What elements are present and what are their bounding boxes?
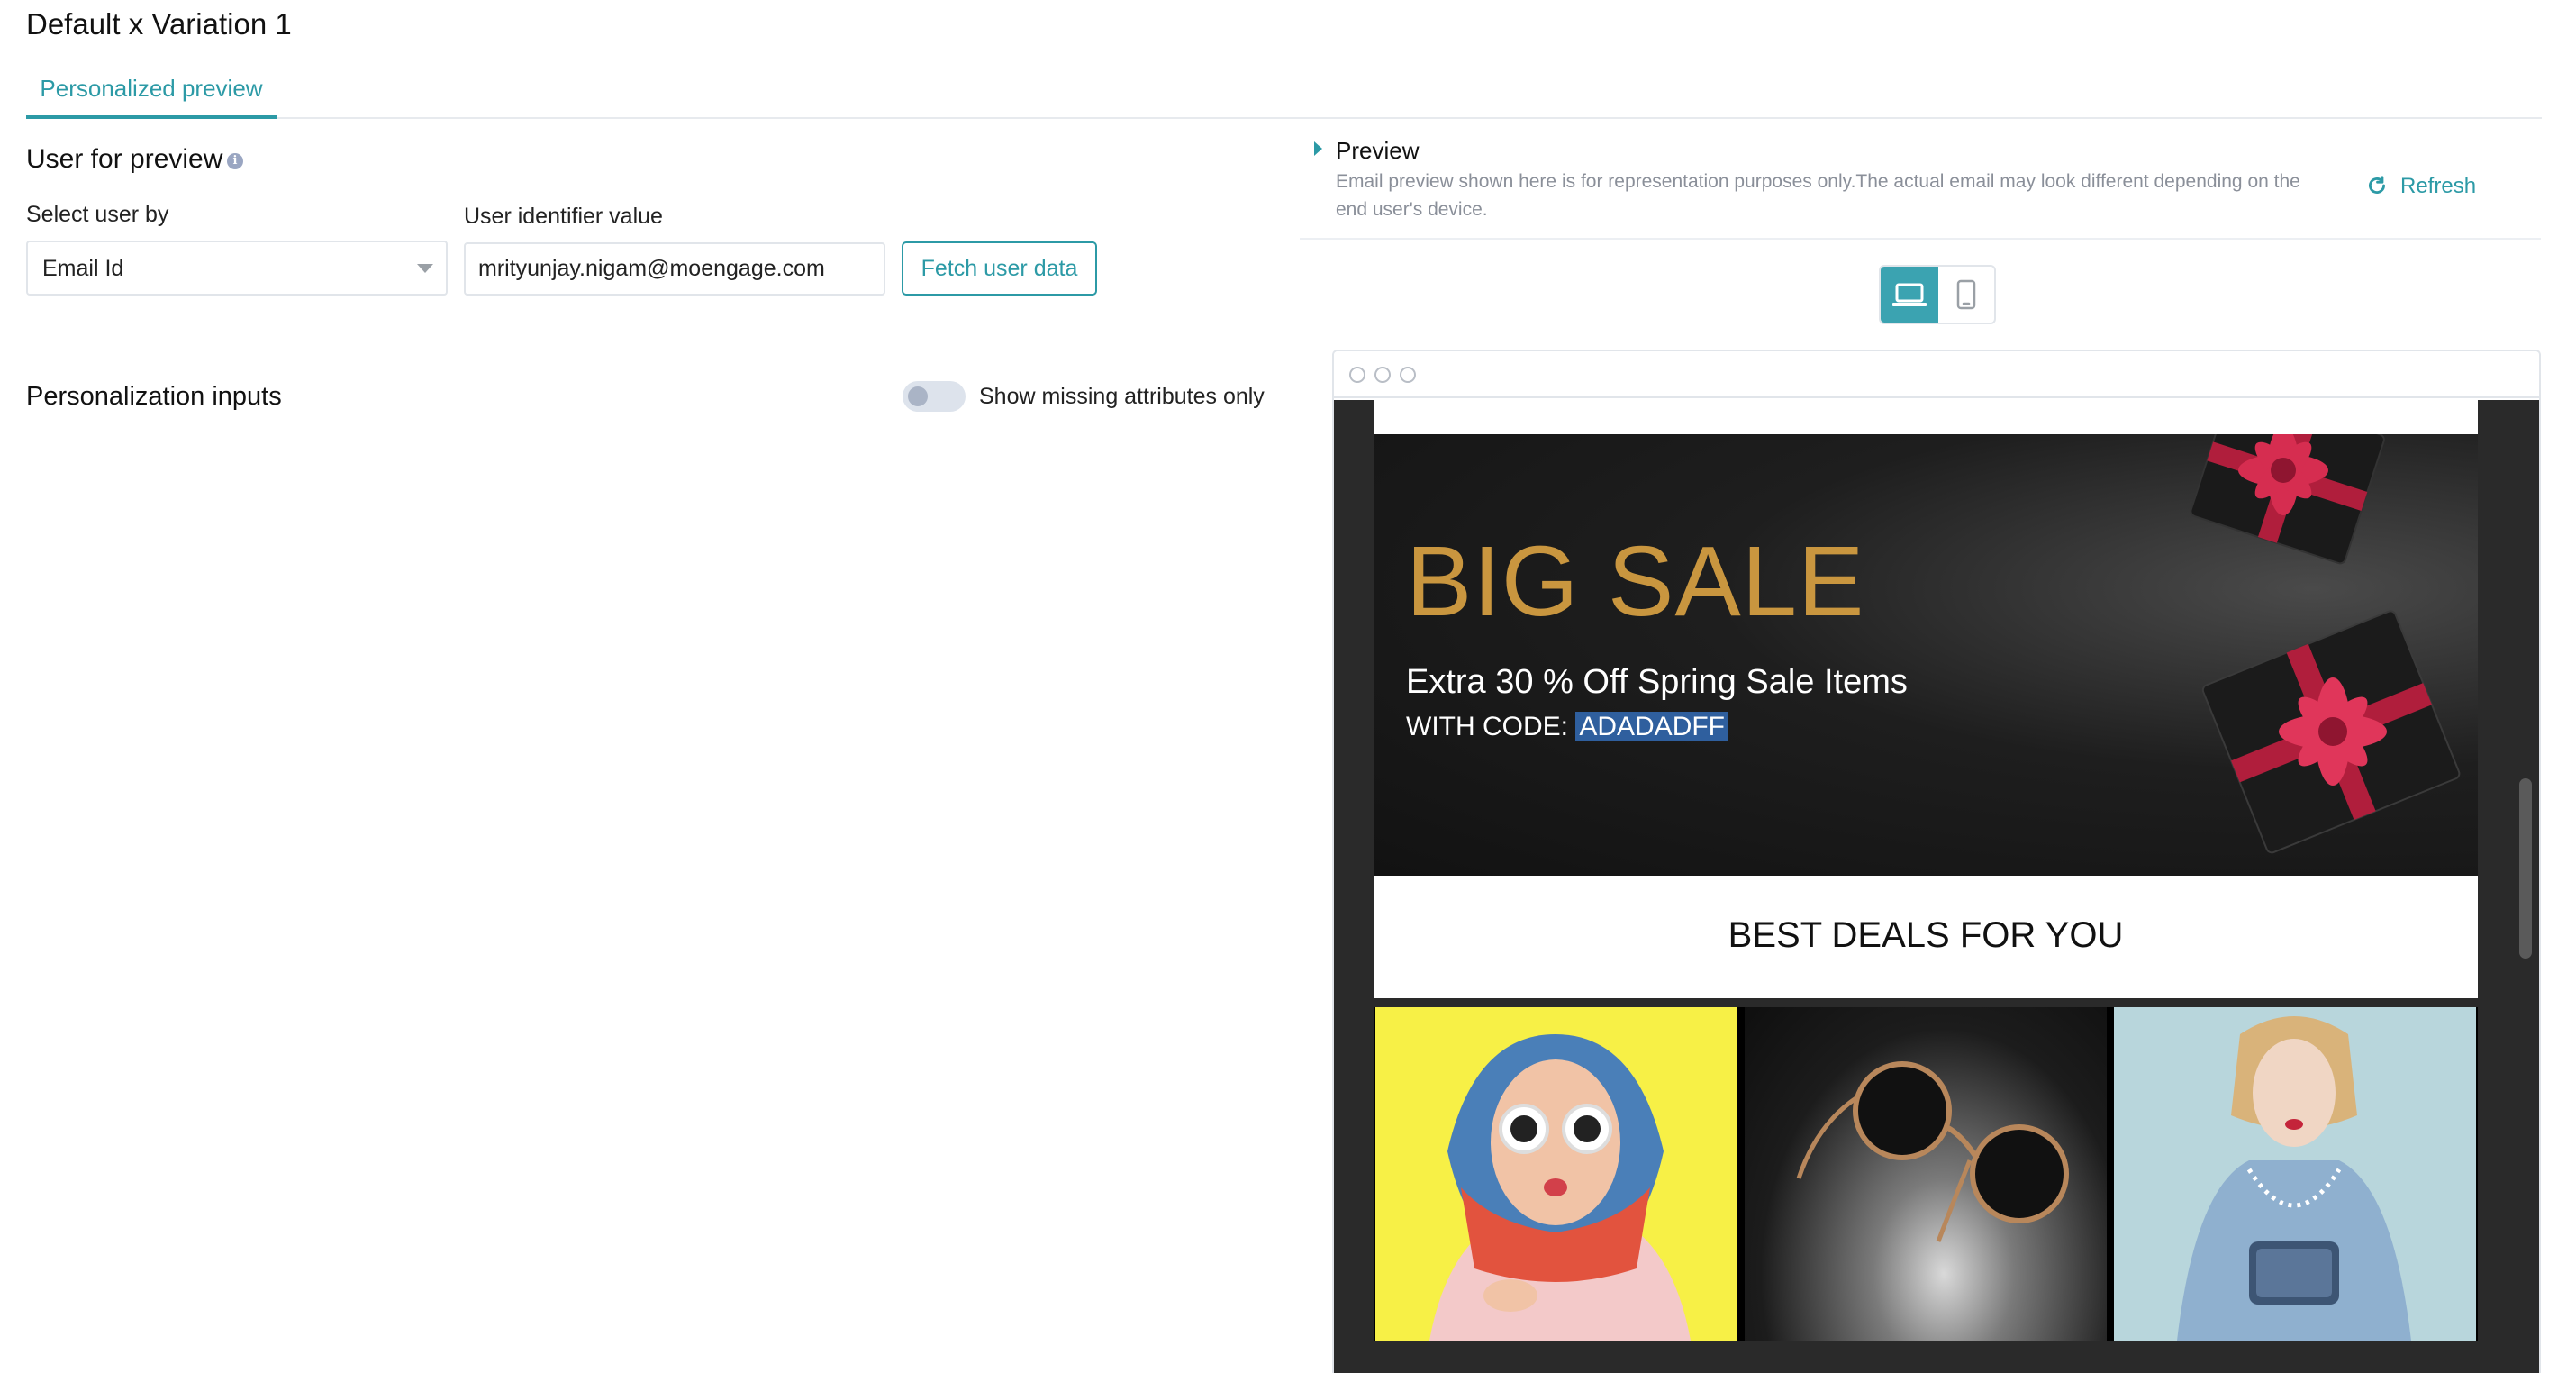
show-missing-attributes-toggle[interactable] [903,381,966,412]
email-scroll-track[interactable] [2512,400,2539,1373]
toggle-knob [908,386,928,406]
email-preview-area: BIG SALE Extra 30 % Off Spring Sale Item… [1334,400,2539,1373]
fetch-user-data-button[interactable]: Fetch user data [902,241,1097,296]
woman-denim-jacket-image [2114,1007,2476,1341]
browser-dot-icon [1374,367,1391,383]
mobile-phone-icon [1956,279,1976,310]
desktop-view-button[interactable] [1881,267,1938,323]
browser-title-bar [1334,351,2539,398]
deals-heading: BEST DEALS FOR YOU [1728,915,2124,955]
user-identifier-label: User identifier value [464,204,663,229]
deals-section: BEST DEALS FOR YOU [1374,876,2478,998]
refresh-icon[interactable] [2365,174,2389,197]
select-user-by-value: Email Id [42,256,124,281]
mobile-view-button[interactable] [1938,267,1994,323]
hero-title: BIG SALE [1406,526,1865,637]
tab-bar: Personalized preview [26,59,2542,119]
personalization-inputs-title: Personalization inputs [26,382,282,411]
tab-personalized-preview[interactable]: Personalized preview [26,70,277,119]
page-title: Default x Variation 1 [26,7,292,41]
preview-description: Email preview shown here is for represen… [1336,171,2300,220]
chevron-down-icon [417,264,433,273]
laptop-icon [1892,283,1927,306]
user-identifier-input[interactable] [464,242,885,296]
info-icon[interactable]: i [227,153,243,169]
gift-box-image [2201,610,2461,854]
email-hero-banner: BIG SALE Extra 30 % Off Spring Sale Item… [1374,434,2478,876]
show-missing-attributes-label: Show missing attributes only [979,384,1265,409]
preview-collapse-caret-icon[interactable] [1314,141,1322,156]
device-toggle [1879,265,1996,324]
round-sunglasses-image [1745,1007,2107,1341]
select-user-by-label: Select user by [26,202,169,227]
refresh-button[interactable]: Refresh [2400,174,2476,199]
email-scroll-thumb[interactable] [2519,778,2532,959]
browser-dot-icon [1349,367,1365,383]
user-for-preview-title: User for preview [26,144,223,174]
woman-sunglasses-scarf-image [1375,1007,1737,1341]
select-user-by-dropdown[interactable]: Email Id [26,241,448,296]
gift-box-image [2190,434,2385,565]
hero-subtitle: Extra 30 % Off Spring Sale Items [1406,663,1908,701]
hero-code-line: WITH CODE: ADADADFF [1406,712,1729,742]
product-tiles [1374,1007,2478,1341]
code-value: ADADADFF [1575,712,1729,741]
browser-dot-icon [1400,367,1416,383]
email-top-strip [1374,400,2478,434]
preview-title: Preview [1336,137,1420,164]
code-prefix: WITH CODE: [1406,712,1576,741]
browser-frame: BIG SALE Extra 30 % Off Spring Sale Item… [1332,350,2541,1373]
preview-divider [1300,238,2541,240]
